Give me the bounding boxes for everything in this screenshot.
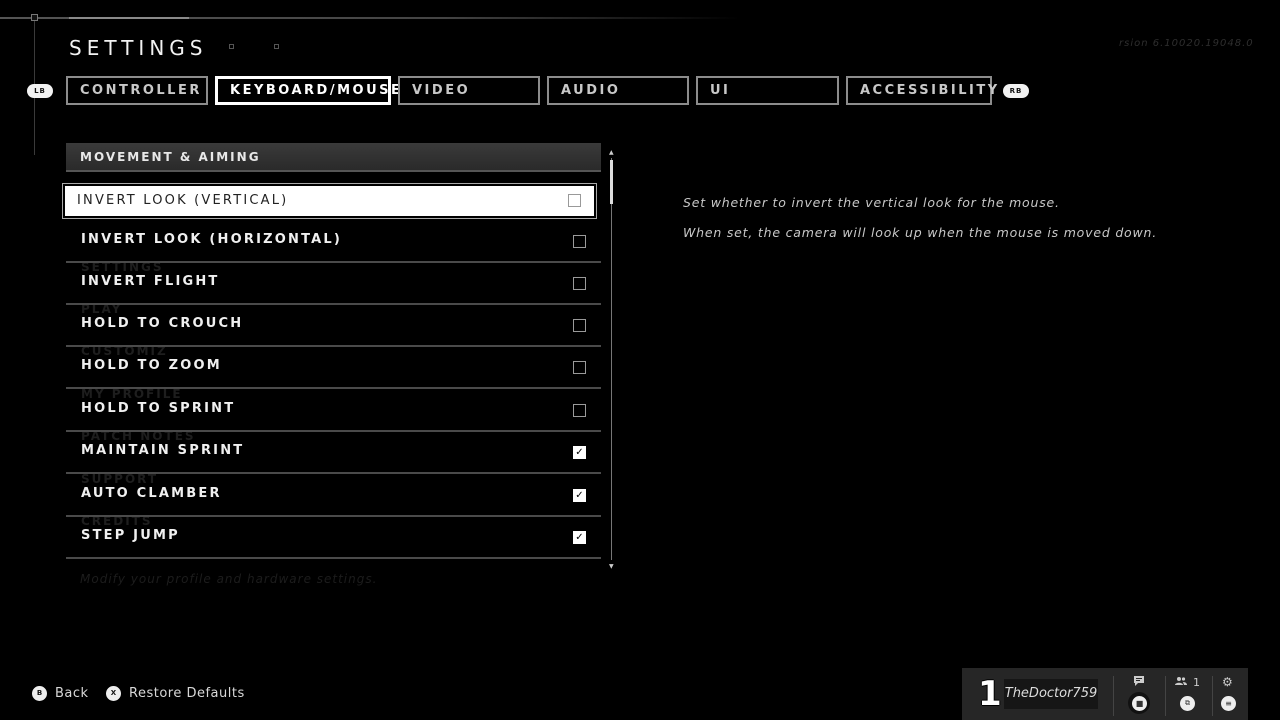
checkbox[interactable] <box>573 277 586 290</box>
view-button-icon[interactable]: ■ <box>1132 696 1147 711</box>
chat-icon[interactable] <box>1133 675 1145 690</box>
rb-bumper-button[interactable]: RB <box>1003 84 1029 98</box>
version-text: rsion 6.10020.19048.0 <box>1119 38 1254 49</box>
setting-row-invert-flight[interactable]: INVERT FLIGHT <box>66 263 601 305</box>
setting-label: MAINTAIN SPRINT <box>81 443 245 458</box>
checkbox-checked[interactable]: ✓ <box>573 489 586 502</box>
gamertag[interactable]: TheDoctor759 <box>1004 679 1098 709</box>
back-button[interactable]: B Back <box>32 686 89 701</box>
x-button-icon: X <box>106 686 121 701</box>
lb-bumper-button[interactable]: LB <box>27 84 53 98</box>
setting-label: HOLD TO SPRINT <box>81 401 236 416</box>
b-button-icon: B <box>32 686 47 701</box>
tab-ui[interactable]: UI <box>696 76 839 105</box>
scroll-thumb[interactable] <box>610 160 613 204</box>
settings-list: MOVEMENT & AIMING INVERT LOOK (VERTICAL)… <box>62 143 601 559</box>
restore-defaults-label: Restore Defaults <box>129 686 245 701</box>
tab-accessibility[interactable]: ACCESSIBILITY <box>846 76 997 105</box>
checkbox[interactable] <box>573 404 586 417</box>
setting-row-auto-clamber[interactable]: AUTO CLAMBER ✓ <box>66 475 601 517</box>
tab-controller[interactable]: CONTROLLER <box>66 76 208 105</box>
menu-button-icon[interactable]: ≡ <box>1221 696 1236 711</box>
title-dot-icon <box>274 44 279 49</box>
setting-row-step-jump[interactable]: STEP JUMP ✓ <box>66 517 601 559</box>
page-title: SETTINGS <box>69 36 208 60</box>
description-line-1: Set whether to invert the vertical look … <box>683 195 1060 210</box>
divider <box>1113 676 1114 716</box>
checkbox[interactable] <box>573 361 586 374</box>
checkbox-checked[interactable]: ✓ <box>573 446 586 459</box>
checkbox[interactable] <box>573 319 586 332</box>
setting-label: HOLD TO ZOOM <box>81 358 222 373</box>
divider <box>1165 676 1166 716</box>
setting-label: HOLD TO CROUCH <box>81 316 244 331</box>
setting-label: INVERT LOOK (HORIZONTAL) <box>81 232 343 247</box>
scroll-up-icon[interactable]: ▲ <box>609 150 614 156</box>
friends-icon[interactable] <box>1175 676 1187 689</box>
tab-video[interactable]: VIDEO <box>398 76 540 105</box>
setting-label: INVERT LOOK (VERTICAL) <box>77 193 289 208</box>
setting-label: INVERT FLIGHT <box>81 274 220 289</box>
divider <box>1212 676 1213 716</box>
title-dot-icon <box>229 44 234 49</box>
checkbox-checked[interactable]: ✓ <box>573 531 586 544</box>
line-node-icon <box>31 14 38 21</box>
scroll-down-icon[interactable]: ▼ <box>609 564 614 570</box>
player-bar: 1 TheDoctor759 ■ 1 ⧉ ⚙ ≡ <box>962 668 1248 720</box>
setting-row-invert-look-horizontal[interactable]: INVERT LOOK (HORIZONTAL) <box>66 221 601 263</box>
setting-row-hold-to-zoom[interactable]: HOLD TO ZOOM <box>66 347 601 389</box>
gear-icon[interactable]: ⚙ <box>1222 675 1233 689</box>
restore-defaults-button[interactable]: X Restore Defaults <box>106 686 245 701</box>
tab-keyboard-mouse[interactable]: KEYBOARD/MOUSE <box>215 76 400 105</box>
checkbox[interactable] <box>573 235 586 248</box>
setting-label: AUTO CLAMBER <box>81 486 222 501</box>
setting-row-invert-look-vertical[interactable]: INVERT LOOK (VERTICAL) <box>62 183 597 219</box>
setting-row-hold-to-crouch[interactable]: HOLD TO CROUCH <box>66 305 601 347</box>
ghost-hint-text: Modify your profile and hardware setting… <box>80 572 378 586</box>
scroll-track[interactable] <box>611 158 612 560</box>
top-divider-highlight <box>69 17 189 19</box>
list-scrollbar[interactable]: ▲ ▼ <box>609 150 614 570</box>
back-label: Back <box>55 686 89 701</box>
setting-row-hold-to-sprint[interactable]: HOLD TO SPRINT <box>66 390 601 432</box>
share-button-icon[interactable]: ⧉ <box>1180 696 1195 711</box>
section-header: MOVEMENT & AIMING <box>66 143 601 172</box>
checkbox[interactable] <box>568 194 581 207</box>
friends-count: 1 <box>1193 676 1200 689</box>
description-line-2: When set, the camera will look up when t… <box>683 225 1158 240</box>
setting-row-maintain-sprint[interactable]: MAINTAIN SPRINT ✓ <box>66 432 601 474</box>
tab-audio[interactable]: AUDIO <box>547 76 689 105</box>
setting-label: STEP JUMP <box>81 528 180 543</box>
player-rank: 1 <box>978 674 1002 714</box>
